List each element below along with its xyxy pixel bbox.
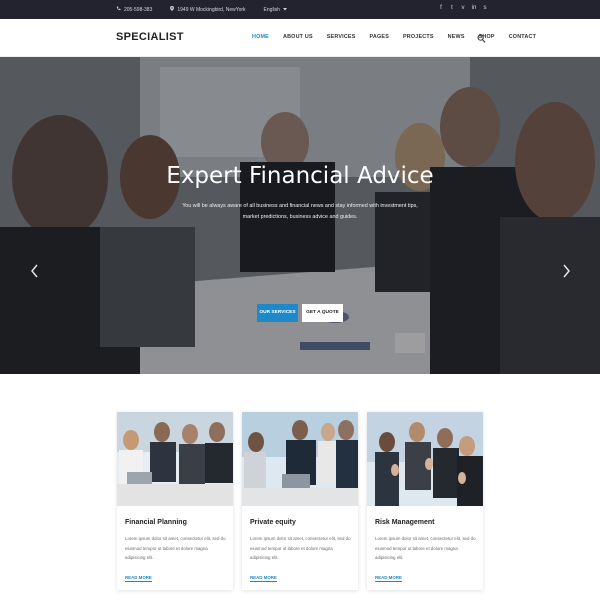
phone-number: 205-598-383 <box>124 6 153 13</box>
read-more-link[interactable]: READ MORE <box>250 575 277 582</box>
get-a-quote-button[interactable]: GET A QUOTE <box>302 304 343 322</box>
read-more-link[interactable]: READ MORE <box>375 575 402 582</box>
phone-icon <box>116 6 121 13</box>
search-icon[interactable] <box>477 31 486 43</box>
hero-slider: Expert Financial Advice You will be alwa… <box>0 57 600 374</box>
service-card-risk-management: Risk Management Lorem ipsum dolor sit am… <box>367 412 483 590</box>
vimeo-icon[interactable]: v <box>460 5 466 11</box>
service-card-financial-planning: Financial Planning Lorem ipsum dolor sit… <box>117 412 233 590</box>
card-text: Lorem ipsum dolor sit amet, consectetur … <box>250 536 351 560</box>
nav-projects[interactable]: PROJECTS <box>403 34 434 40</box>
logo[interactable]: SPECIALIST <box>116 31 184 43</box>
site-header: SPECIALIST HOME ABOUT US SERVICES PAGES … <box>0 19 600 57</box>
caret-down-icon <box>282 7 287 13</box>
location-pin-icon <box>170 6 175 13</box>
top-contact: 205-598-383 1949 W Mockingbird, NewYork … <box>116 6 287 13</box>
main-nav: HOME ABOUT US SERVICES PAGES PROJECTS NE… <box>252 34 550 40</box>
our-services-button[interactable]: OUR SERVICES <box>257 304 298 322</box>
nav-home[interactable]: HOME <box>252 34 269 40</box>
chevron-right-icon[interactable] <box>561 263 571 279</box>
card-title: Financial Planning <box>125 519 187 526</box>
address-info: 1949 W Mockingbird, NewYork <box>170 6 246 13</box>
social-links: f t v in s <box>438 5 488 11</box>
chevron-left-icon[interactable] <box>30 263 40 279</box>
facebook-icon[interactable]: f <box>438 5 444 11</box>
read-more-link[interactable]: READ MORE <box>125 575 152 582</box>
nav-about-us[interactable]: ABOUT US <box>283 34 313 40</box>
card-text: Lorem ipsum dolor sit amet, consectetur … <box>375 536 476 560</box>
address-text: 1949 W Mockingbird, NewYork <box>177 6 246 13</box>
skype-icon[interactable]: s <box>482 5 488 11</box>
service-card-private-equity: Private equity Lorem ipsum dolor sit ame… <box>242 412 358 590</box>
language-label: English <box>263 6 280 13</box>
hero-title: Expert Financial Advice <box>166 163 434 189</box>
card-text: Lorem ipsum dolor sit amet, consectetur … <box>125 536 226 560</box>
top-bar: 205-598-383 1949 W Mockingbird, NewYork … <box>0 0 600 19</box>
card-title: Risk Management <box>375 519 435 526</box>
nav-contact[interactable]: CONTACT <box>509 34 536 40</box>
card-photo <box>242 412 358 506</box>
nav-news[interactable]: NEWS <box>448 34 465 40</box>
card-photo <box>367 412 483 506</box>
card-photo <box>117 412 233 506</box>
phone-info: 205-598-383 <box>116 6 152 13</box>
twitter-icon[interactable]: t <box>449 5 455 11</box>
linkedin-icon[interactable]: in <box>471 5 477 11</box>
nav-services[interactable]: SERVICES <box>327 34 356 40</box>
language-selector[interactable]: English <box>264 7 287 13</box>
nav-pages[interactable]: PAGES <box>370 34 389 40</box>
card-title: Private equity <box>250 519 296 526</box>
hero-subtitle: You will be always aware of all business… <box>182 203 418 220</box>
